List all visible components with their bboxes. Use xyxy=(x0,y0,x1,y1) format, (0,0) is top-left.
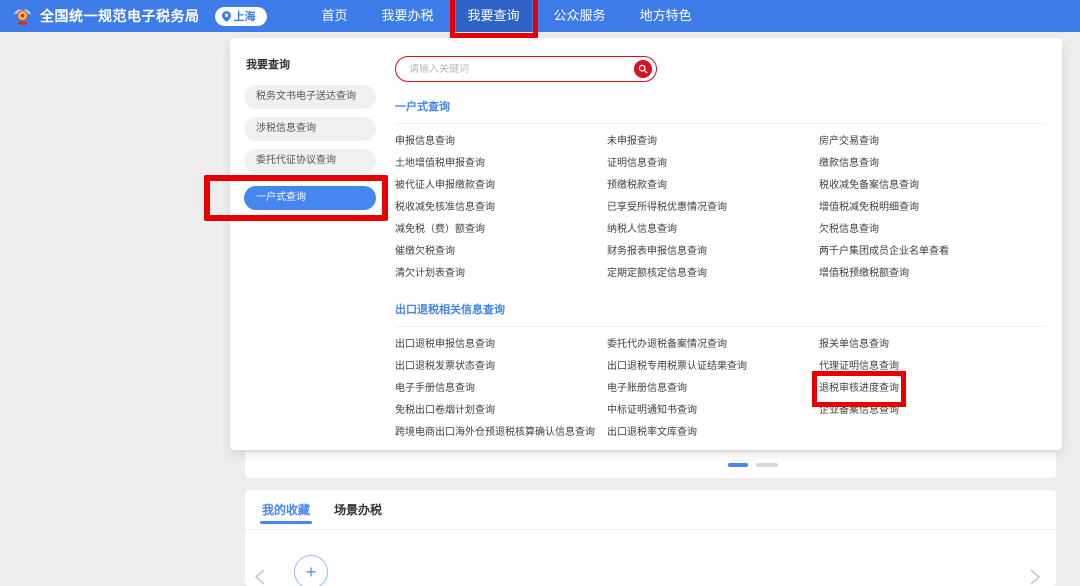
menu-link[interactable]: 土地增值税申报查询 xyxy=(395,153,485,175)
add-favorite-button[interactable]: + xyxy=(294,555,328,586)
menu-link[interactable]: 欠税信息查询 xyxy=(819,219,879,241)
nav-item-local-features[interactable]: 地方特色 xyxy=(628,0,704,32)
menu-link[interactable]: 中标证明通知书查询 xyxy=(607,400,697,422)
sidebar-item-entrusted-collection-agreement-query[interactable]: 委托代征协议查询 xyxy=(244,149,376,173)
menu-link[interactable]: 催缴欠税查询 xyxy=(395,241,455,263)
nav-item-public-service[interactable]: 公众服务 xyxy=(542,0,618,32)
menu-link[interactable]: 两千户集团成员企业名单查看 xyxy=(819,241,949,263)
menu-link[interactable]: 委托代办退税备案情况查询 xyxy=(607,334,727,356)
section-divider xyxy=(395,123,1046,124)
menu-link[interactable]: 跨境电商出口海外仓预退税核算确认信息查询 xyxy=(395,422,595,444)
link-column: 出口退税申报信息查询出口退税发票状态查询电子手册信息查询免税出口卷烟计划查询跨境… xyxy=(395,334,607,444)
menu-link[interactable]: 企业备案信息查询 xyxy=(819,400,899,422)
menu-link[interactable]: 申报信息查询 xyxy=(395,131,455,153)
menu-link[interactable]: 出口退税发票状态查询 xyxy=(395,356,495,378)
menu-link[interactable]: 税收减免核准信息查询 xyxy=(395,197,495,219)
menu-link[interactable]: 未申报查询 xyxy=(607,131,657,153)
tab-scenario-tax[interactable]: 场景办税 xyxy=(334,490,382,530)
favorites-tabs: 我的收藏场景办税 xyxy=(245,490,1056,530)
main-nav: 首页我要办税我要查询公众服务地方特色 xyxy=(305,0,709,32)
menu-link[interactable]: 减免税（费）额查询 xyxy=(395,219,485,241)
menu-link[interactable]: 电子手册信息查询 xyxy=(395,378,475,400)
sidebar-items: 税务文书电子送达查询涉税信息查询委托代征协议查询一户式查询 xyxy=(244,85,394,221)
favorites-card: 我的收藏场景办税 + xyxy=(245,490,1056,586)
query-mega-menu: 我要查询 税务文书电子送达查询涉税信息查询委托代征协议查询一户式查询 一户式查询… xyxy=(230,38,1062,450)
menu-link[interactable]: 免税出口卷烟计划查询 xyxy=(395,400,495,422)
location-selector[interactable]: 上海 xyxy=(215,7,267,26)
carousel-dots xyxy=(728,463,778,467)
section-columns: 出口退税申报信息查询出口退税发票状态查询电子手册信息查询免税出口卷烟计划查询跨境… xyxy=(395,334,1046,444)
menu-link[interactable]: 增值税减免税明细查询 xyxy=(819,197,919,219)
link-column: 报关单信息查询代理证明信息查询退税审核进度查询企业备案信息查询 xyxy=(819,334,1046,444)
menu-link[interactable]: 清欠计划表查询 xyxy=(395,263,465,285)
nav-item-home[interactable]: 首页 xyxy=(310,0,360,32)
link-column: 房产交易查询缴款信息查询税收减免备案信息查询增值税减免税明细查询欠税信息查询两千… xyxy=(819,131,1046,285)
menu-sidebar: 我要查询 税务文书电子送达查询涉税信息查询委托代征协议查询一户式查询 xyxy=(244,56,394,223)
menu-link[interactable]: 证明信息查询 xyxy=(607,153,667,175)
sidebar-title: 我要查询 xyxy=(244,56,394,72)
menu-link[interactable]: 代理证明信息查询 xyxy=(819,356,899,378)
search-input[interactable] xyxy=(396,64,656,75)
search-icon xyxy=(638,64,648,74)
carousel-dot-0[interactable] xyxy=(728,463,748,467)
section-columns: 申报信息查询土地增值税申报查询被代征人申报缴款查询税收减免核准信息查询减免税（费… xyxy=(395,131,1046,285)
menu-link[interactable]: 纳税人信息查询 xyxy=(607,219,677,241)
sidebar-item-one-account-query[interactable]: 一户式查询 xyxy=(244,186,376,210)
menu-link[interactable]: 出口退税率文库查询 xyxy=(607,422,697,444)
site-title: 全国统一规范电子税务局 xyxy=(40,6,200,26)
menu-link[interactable]: 电子账册信息查询 xyxy=(607,378,687,400)
chevron-right-icon[interactable] xyxy=(1028,568,1042,586)
sidebar-item-tax-document-delivery-query[interactable]: 税务文书电子送达查询 xyxy=(244,85,376,109)
sidebar-item-tax-related-info-query[interactable]: 涉税信息查询 xyxy=(244,117,376,141)
search-bar xyxy=(395,56,657,82)
nav-item-query[interactable]: 我要查询 xyxy=(456,0,532,32)
menu-link[interactable]: 增值税预缴税额查询 xyxy=(819,263,909,285)
location-label: 上海 xyxy=(234,8,256,24)
plus-icon: + xyxy=(306,563,317,581)
section-divider xyxy=(395,326,1046,327)
menu-link[interactable]: 缴款信息查询 xyxy=(819,153,879,175)
menu-sections: 一户式查询申报信息查询土地增值税申报查询被代征人申报缴款查询税收减免核准信息查询… xyxy=(395,98,1046,444)
section-title: 一户式查询 xyxy=(395,98,1046,114)
carousel-dots-strip xyxy=(245,452,1056,478)
menu-link[interactable]: 税收减免备案信息查询 xyxy=(819,175,919,197)
tax-bureau-emblem-icon xyxy=(12,6,33,27)
chevron-left-icon[interactable] xyxy=(253,568,267,586)
menu-link[interactable]: 出口退税专用税票认证结果查询 xyxy=(607,356,747,378)
search-button[interactable] xyxy=(634,60,652,78)
section-title: 出口退税相关信息查询 xyxy=(395,301,1046,317)
location-pin-icon xyxy=(222,11,231,22)
link-column: 未申报查询证明信息查询预缴税款查询已享受所得税优惠情况查询纳税人信息查询财务报表… xyxy=(607,131,819,285)
menu-link[interactable]: 财务报表申报信息查询 xyxy=(607,241,707,263)
carousel-dot-1[interactable] xyxy=(756,463,778,467)
link-column: 委托代办退税备案情况查询出口退税专用税票认证结果查询电子账册信息查询中标证明通知… xyxy=(607,334,819,444)
menu-link[interactable]: 被代征人申报缴款查询 xyxy=(395,175,495,197)
menu-link[interactable]: 出口退税申报信息查询 xyxy=(395,334,495,356)
link-column: 申报信息查询土地增值税申报查询被代征人申报缴款查询税收减免核准信息查询减免税（费… xyxy=(395,131,607,285)
menu-link[interactable]: 预缴税款查询 xyxy=(607,175,667,197)
menu-link[interactable]: 报关单信息查询 xyxy=(819,334,889,356)
menu-link[interactable]: 已享受所得税优惠情况查询 xyxy=(607,197,727,219)
tab-my-favorites[interactable]: 我的收藏 xyxy=(262,490,310,530)
menu-link[interactable]: 定期定额核定信息查询 xyxy=(607,263,707,285)
menu-link[interactable]: 退税审核进度查询 xyxy=(819,378,899,400)
red-highlight-box: 一户式查询 xyxy=(204,175,388,221)
brand: 全国统一规范电子税务局 上海 xyxy=(0,6,267,27)
menu-content: 一户式查询申报信息查询土地增值税申报查询被代征人申报缴款查询税收减免核准信息查询… xyxy=(395,56,1046,444)
menu-link[interactable]: 房产交易查询 xyxy=(819,131,879,153)
nav-item-do-tax[interactable]: 我要办税 xyxy=(370,0,446,32)
top-navbar: 全国统一规范电子税务局 上海 首页我要办税我要查询公众服务地方特色 xyxy=(0,0,1080,32)
